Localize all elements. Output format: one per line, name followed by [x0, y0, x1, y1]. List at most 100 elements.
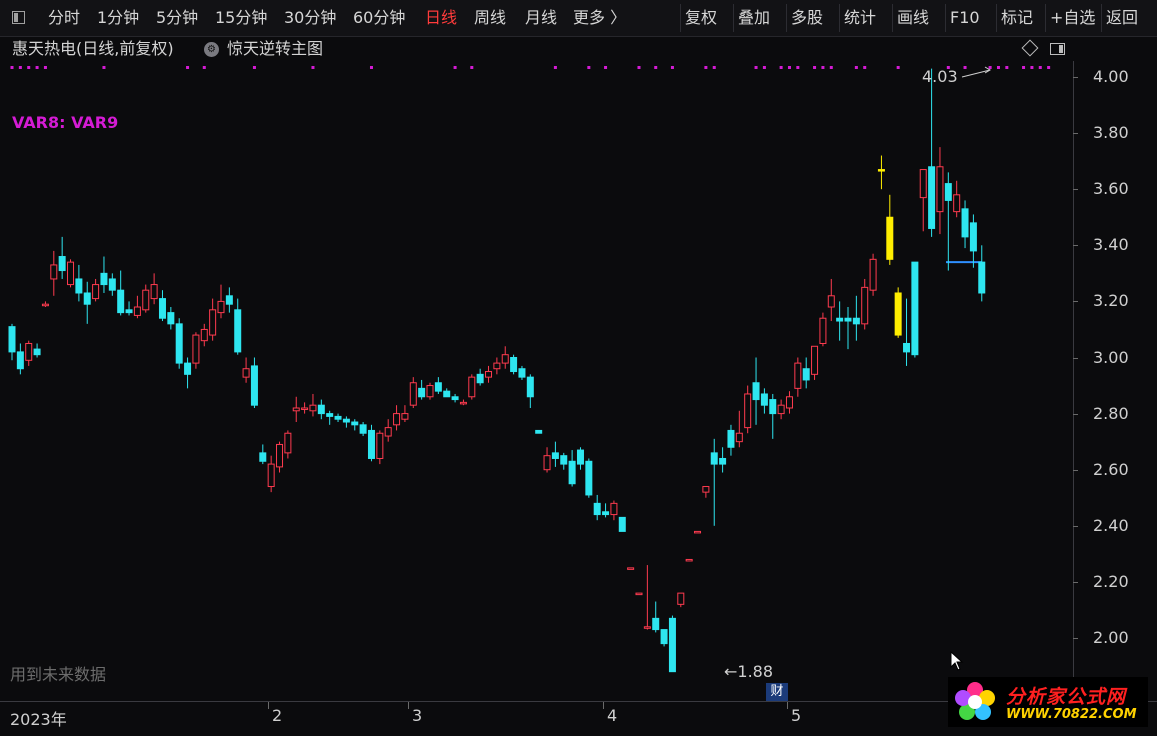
candle-body [760, 393, 768, 406]
high-price-label: 4.03 [922, 67, 958, 86]
candle-body [610, 502, 618, 516]
statistics-button[interactable]: 统计 [839, 4, 880, 32]
price-tick [1073, 525, 1078, 527]
candle-body [928, 166, 936, 229]
overlay-button[interactable]: 叠加 [733, 4, 774, 32]
candle-body [501, 354, 509, 364]
mark-button[interactable]: 标记 [996, 4, 1037, 32]
signal-dot [670, 66, 674, 69]
signal-dot [988, 66, 992, 69]
signal-dot [43, 66, 47, 69]
candle-body [526, 376, 534, 398]
candle-body [16, 351, 24, 370]
candle-body [158, 298, 166, 319]
signal-dot [1047, 66, 1051, 69]
candle-body [652, 617, 660, 631]
candle-body [267, 463, 275, 488]
candle-body [217, 300, 225, 314]
candle-body [50, 264, 58, 280]
signal-dot [102, 66, 106, 69]
candle-body [426, 385, 434, 398]
price-tick [1073, 638, 1078, 639]
signal-dot [813, 66, 817, 69]
add-watchlist-button[interactable]: +自选 [1045, 4, 1099, 32]
draw-line-button[interactable]: 画线 [892, 4, 933, 32]
tab-daily[interactable]: 日线 [425, 0, 457, 36]
signal-dot [996, 66, 1000, 69]
tab-5min[interactable]: 5分钟 [156, 0, 198, 36]
candle-body [250, 365, 258, 406]
tab-60min[interactable]: 60分钟 [353, 0, 405, 36]
candle-body [418, 387, 426, 398]
candle-body [334, 415, 342, 420]
price-tick-label: 2.80 [1093, 403, 1129, 423]
f10-button[interactable]: F10 [945, 4, 984, 32]
candle-body [142, 289, 150, 311]
candle-body [493, 362, 501, 370]
tab-intraday[interactable]: 分时 [48, 0, 80, 36]
price-tick-label: 4.00 [1093, 67, 1129, 86]
candle-body [836, 317, 844, 322]
candle-body [811, 345, 819, 375]
candle-body [602, 511, 610, 516]
candle-body [903, 342, 911, 353]
candle-body [67, 261, 75, 286]
signal-dot [311, 66, 315, 69]
candle-body [752, 382, 760, 401]
date-tick [268, 702, 269, 709]
date-tick [787, 702, 788, 709]
signal-dot [712, 66, 716, 69]
logo-url: WWW.70822.COM [1006, 707, 1137, 722]
period-toolbar: 分时 1分钟 5分钟 15分钟 30分钟 60分钟 日线 周线 月线 更多 〉 … [0, 0, 1157, 37]
chart-title-bar: 惠天热电(日线,前复权) ⚙ 惊天逆转主图 [0, 37, 1075, 61]
tab-weekly[interactable]: 周线 [474, 0, 506, 36]
tab-monthly[interactable]: 月线 [525, 0, 557, 36]
candle-body [234, 309, 242, 353]
candle-body [744, 393, 752, 429]
candle-body [301, 407, 309, 410]
tab-1min[interactable]: 1分钟 [97, 0, 139, 36]
kline-chart[interactable] [0, 61, 1073, 701]
formula-name[interactable]: 惊天逆转主图 [227, 37, 323, 61]
candle-body [978, 261, 986, 294]
formula-settings-icon[interactable]: ⚙ [204, 42, 219, 57]
candle-body [184, 362, 192, 375]
candle-body [225, 295, 233, 305]
price-tick [1073, 469, 1078, 471]
price-axis-line [1073, 61, 1074, 701]
candle-body [543, 455, 551, 471]
signal-dot [1022, 66, 1026, 69]
candle-body [869, 258, 877, 291]
candle-body [635, 592, 643, 596]
signal-dot [453, 66, 457, 69]
candle-body [401, 413, 409, 420]
side-panel-icon[interactable] [1050, 43, 1065, 55]
candle-body [677, 592, 685, 605]
candle-body [802, 368, 810, 381]
tab-30min[interactable]: 30分钟 [284, 0, 336, 36]
mouse-cursor-icon [950, 651, 964, 671]
signal-dot [704, 66, 708, 69]
candle-body [585, 460, 593, 496]
restore-rights-button[interactable]: 复权 [680, 4, 721, 32]
signal-dot [1038, 66, 1042, 69]
signal-dot [637, 66, 641, 69]
back-button[interactable]: 返回 [1101, 4, 1142, 32]
candle-body [443, 390, 451, 398]
candle-body [384, 427, 392, 437]
window-mode-icon[interactable] [12, 11, 25, 24]
candle-body [276, 443, 284, 468]
site-logo: 分析家公式网 WWW.70822.COM [948, 677, 1148, 727]
candle-body [292, 407, 300, 412]
flower-logo-icon [955, 682, 995, 720]
price-tick [1073, 245, 1078, 247]
candle-body [668, 617, 676, 673]
candle-body [919, 169, 927, 199]
price-tick-label: 3.00 [1093, 347, 1129, 367]
multi-stock-button[interactable]: 多股 [786, 4, 827, 32]
tab-more[interactable]: 更多 〉 [573, 0, 626, 36]
financial-report-badge[interactable]: 财 [766, 683, 788, 701]
tab-15min[interactable]: 15分钟 [215, 0, 267, 36]
future-data-warning: 用到未来数据 [10, 665, 107, 684]
signal-dot [829, 66, 833, 69]
